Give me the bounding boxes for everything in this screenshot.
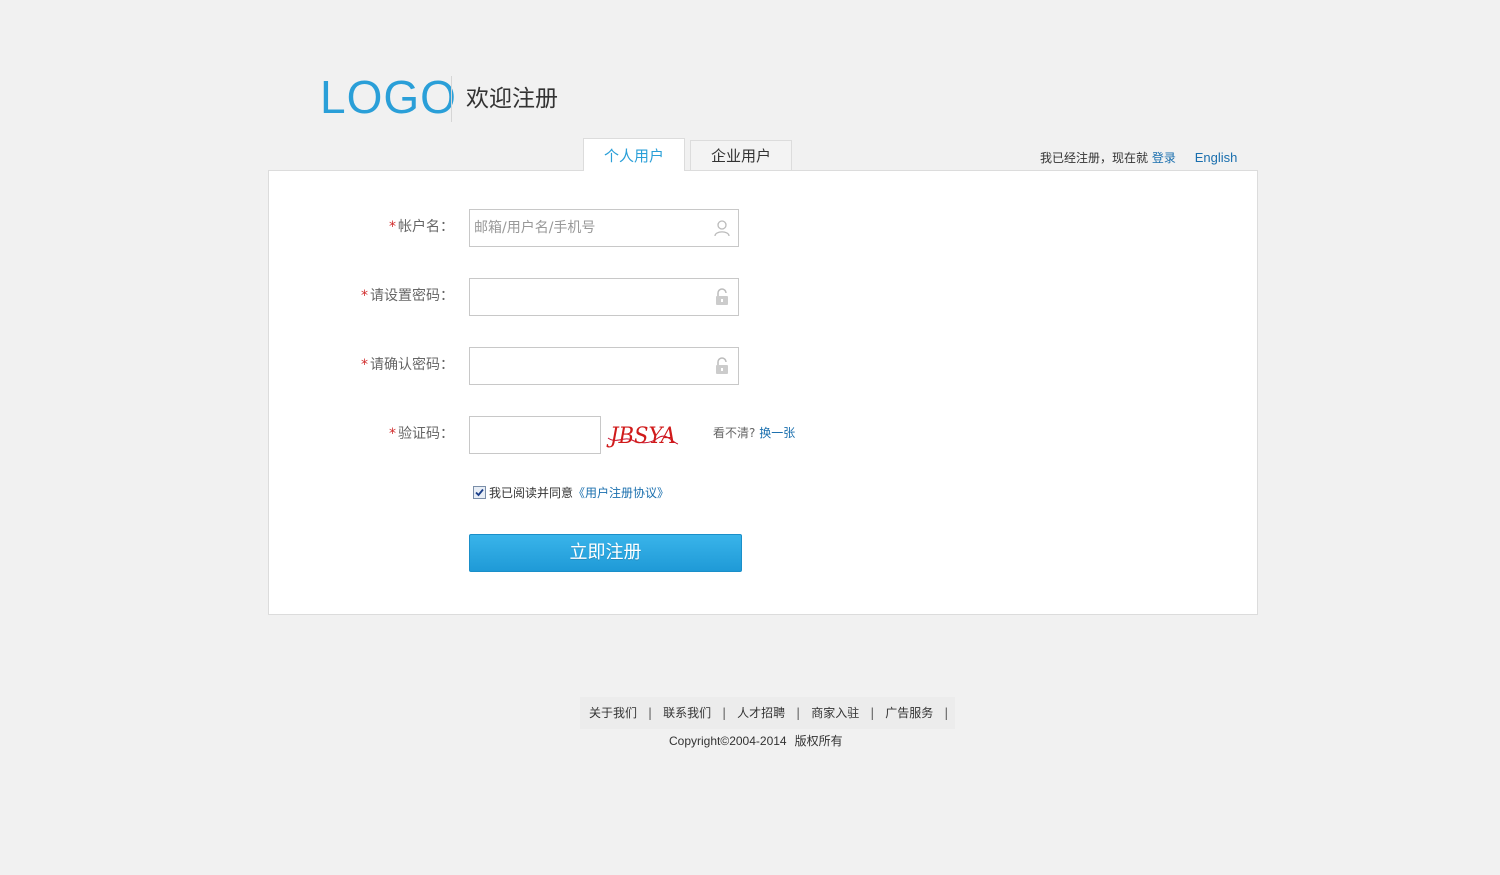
login-link[interactable]: 登录	[1152, 151, 1176, 165]
password-label: * 请设置密码：	[361, 286, 454, 306]
rights-text: 版权所有	[794, 734, 843, 748]
confirm-password-label-text: 请确认密码：	[370, 357, 454, 373]
lock-icon	[716, 357, 728, 374]
footer-link-ads[interactable]: 广告服务	[885, 706, 933, 720]
footer-separator: |	[722, 706, 727, 720]
footer-separator: |	[870, 706, 875, 720]
footer-links: 关于我们 | 联系我们 | 人才招聘 | 商家入驻 | 广告服务 |	[580, 697, 955, 729]
account-field[interactable]	[469, 209, 739, 247]
footer-link-contact[interactable]: 联系我们	[663, 706, 711, 720]
check-icon	[475, 488, 484, 497]
captcha-input[interactable]	[470, 417, 598, 453]
register-button[interactable]: 立即注册	[469, 534, 742, 572]
password-field[interactable]	[469, 278, 739, 316]
footer-link-merchants[interactable]: 商家入驻	[811, 706, 859, 720]
agreement-row: 我已阅读并同意《用户注册协议》	[473, 485, 669, 501]
captcha-text: JBSYA	[606, 424, 676, 449]
logo: LOGO	[320, 71, 457, 123]
tab-personal-user[interactable]: 个人用户	[583, 138, 685, 171]
lock-icon	[716, 288, 728, 305]
logo-divider	[451, 76, 452, 122]
required-mark: *	[389, 219, 396, 235]
account-label: * 帐户名：	[389, 217, 454, 237]
user-icon	[714, 220, 730, 237]
confirm-password-field[interactable]	[469, 347, 739, 385]
agreement-checkbox[interactable]	[473, 486, 486, 499]
footer-separator: |	[944, 706, 949, 720]
tab-enterprise-user[interactable]: 企业用户	[690, 140, 792, 170]
captcha-field[interactable]	[469, 416, 601, 454]
captcha-label: * 验证码：	[389, 424, 454, 444]
copyright-text: Copyright©2004-2014	[669, 734, 787, 748]
footer-link-about[interactable]: 关于我们	[589, 706, 637, 720]
refresh-captcha-link[interactable]: 换一张	[759, 426, 795, 440]
copyright: Copyright©2004-2014 版权所有	[669, 733, 843, 749]
agreement-text: 我已阅读并同意	[489, 486, 574, 500]
confirm-password-label: * 请确认密码：	[361, 355, 454, 375]
page-title: 欢迎注册	[466, 86, 558, 112]
required-mark: *	[361, 357, 368, 373]
footer-link-careers[interactable]: 人才招聘	[737, 706, 785, 720]
footer-separator: |	[796, 706, 801, 720]
captcha-label-text: 验证码：	[398, 426, 454, 442]
password-input[interactable]	[470, 279, 704, 315]
agreement-link[interactable]: 《用户注册协议》	[573, 486, 669, 500]
account-input[interactable]	[470, 210, 704, 246]
captcha-hint: 看不清? 换一张	[713, 425, 795, 441]
login-prompt: 我已经注册，现在就 登录 English	[1040, 150, 1237, 166]
english-link[interactable]: English	[1195, 150, 1238, 165]
required-mark: *	[361, 288, 368, 304]
password-label-text: 请设置密码：	[370, 288, 454, 304]
already-registered-text: 我已经注册，现在就	[1040, 151, 1149, 165]
required-mark: *	[389, 426, 396, 442]
captcha-image[interactable]: JBSYA	[606, 414, 680, 452]
account-label-text: 帐户名：	[398, 219, 454, 235]
confirm-password-input[interactable]	[470, 348, 704, 384]
captcha-hint-text: 看不清?	[713, 426, 756, 440]
footer-separator: |	[648, 706, 653, 720]
